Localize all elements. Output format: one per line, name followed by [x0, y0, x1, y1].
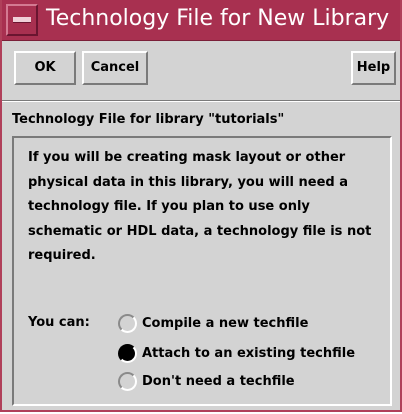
window-menu-icon[interactable]	[6, 4, 38, 36]
radio-button-attach[interactable]	[118, 344, 137, 363]
help-button[interactable]: Help	[351, 51, 396, 85]
radio-button-none[interactable]	[118, 372, 137, 391]
button-bar: OK Cancel Help	[2, 41, 400, 102]
window-title: Technology File for New Library	[46, 6, 390, 31]
options-frame: If you will be creating mask layout or o…	[12, 136, 392, 406]
toolbar-divider	[2, 100, 400, 102]
description-text: If you will be creating mask layout or o…	[28, 150, 372, 263]
radio-button-compile[interactable]	[118, 314, 137, 333]
options-prompt: You can:	[28, 315, 90, 330]
tech-file-dialog: Technology File for New Library OK Cance…	[0, 0, 402, 412]
ok-button[interactable]: OK	[14, 51, 76, 85]
radio-label-none[interactable]: Don't need a techfile	[142, 373, 295, 391]
radio-label-compile[interactable]: Compile a new techfile	[142, 315, 308, 333]
cancel-button[interactable]: Cancel	[82, 51, 148, 85]
window-menu-bar	[13, 17, 31, 23]
radio-label-attach[interactable]: Attach to an existing techfile	[142, 345, 355, 363]
title-bar[interactable]: Technology File for New Library	[2, 0, 400, 41]
section-label: Technology File for library "tutorials"	[12, 112, 285, 127]
